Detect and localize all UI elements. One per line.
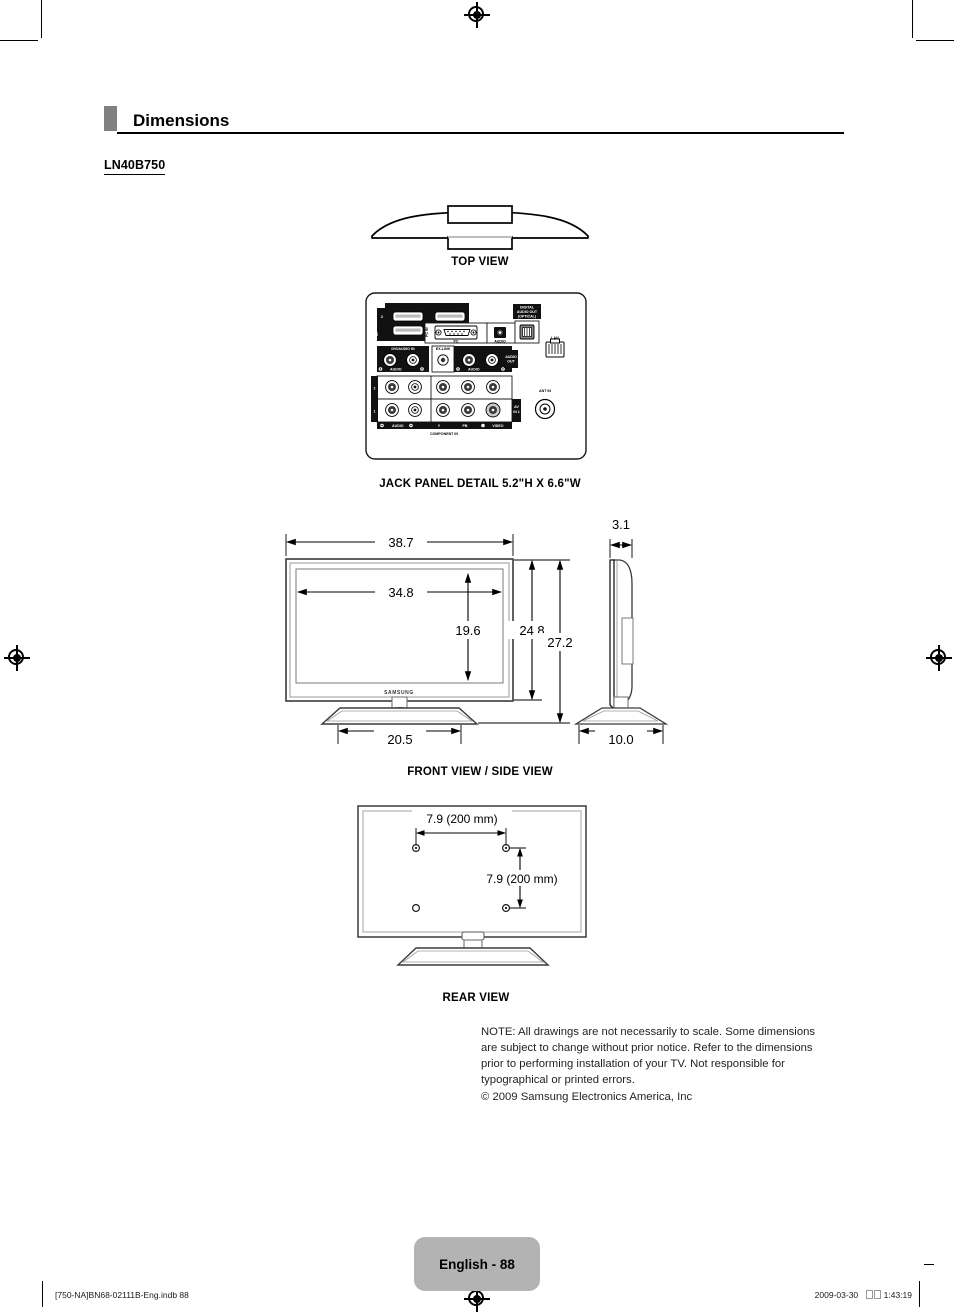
dim-outer-width: 38.7 bbox=[388, 535, 413, 550]
svg-text:2: 2 bbox=[374, 387, 376, 391]
page-number-badge: English - 88 bbox=[414, 1237, 540, 1291]
svg-text:PC: PC bbox=[454, 340, 459, 344]
svg-text:ANT IN: ANT IN bbox=[539, 389, 551, 393]
svg-text:DVI/AUDIO IN: DVI/AUDIO IN bbox=[391, 347, 415, 351]
dim-screen-width: 34.8 bbox=[388, 585, 413, 600]
section-marker-icon bbox=[104, 106, 117, 131]
figure-top-view bbox=[364, 203, 596, 251]
top-view-caption: TOP VIEW bbox=[451, 256, 509, 268]
front-side-view-caption: FRONT VIEW / SIDE VIEW bbox=[407, 766, 553, 778]
missing-glyph-box bbox=[873, 1290, 881, 1299]
dim-total-height: 27.2 bbox=[547, 635, 572, 650]
jack-panel-caption: JACK PANEL DETAIL 5.2"H X 6.6"W bbox=[379, 478, 581, 490]
svg-text:1: 1 bbox=[374, 410, 376, 414]
svg-text:IN 1: IN 1 bbox=[513, 410, 520, 414]
registration-mark-left-middle bbox=[4, 645, 30, 671]
svg-text:OUT: OUT bbox=[507, 360, 515, 364]
figure-jack-panel: .jp-lbl { font-size: 3.6px; fill: #fffff… bbox=[365, 292, 587, 460]
footer-tick-right bbox=[924, 1264, 934, 1265]
vesa-hole-bottom-left bbox=[411, 903, 420, 912]
registration-mark-top-center bbox=[464, 2, 490, 28]
page-header: Dimensions bbox=[104, 106, 844, 134]
front-side-view-drawing: .dim { font-size: 13px; fill: #000000; }… bbox=[285, 515, 669, 748]
footer-rule-left bbox=[42, 1281, 43, 1307]
footer-timestamp: 2009-03-30 1:43:19 bbox=[815, 1290, 912, 1300]
svg-text:AUDIO: AUDIO bbox=[390, 368, 402, 372]
svg-text:AUDIO OUT: AUDIO OUT bbox=[517, 310, 538, 314]
svg-text:AUDIO: AUDIO bbox=[494, 340, 506, 344]
crop-mark-top-left-vertical bbox=[41, 0, 42, 38]
top-view-drawing bbox=[371, 205, 589, 250]
figure-front-side-view: .dim { font-size: 13px; fill: #000000; }… bbox=[280, 512, 680, 752]
dim-stand-width: 20.5 bbox=[387, 732, 412, 747]
dim-panel-depth: 3.1 bbox=[612, 517, 630, 532]
footer-rule-right bbox=[919, 1281, 920, 1307]
crop-mark-top-right-horizontal bbox=[916, 40, 954, 41]
page-number-label: English - 88 bbox=[439, 1256, 515, 1272]
svg-text:AV: AV bbox=[514, 405, 519, 409]
figure-rear-view: .rdim { font-size: 12px; fill: #000000; … bbox=[354, 800, 594, 980]
note-copyright: © 2009 Samsung Electronics America, Inc bbox=[481, 1091, 693, 1104]
svg-text:(DVI): (DVI) bbox=[370, 332, 379, 336]
footer-time: 1:43:19 bbox=[883, 1290, 912, 1300]
svg-text:PC IN: PC IN bbox=[425, 327, 429, 337]
note-body: NOTE: All drawings are not necessarily t… bbox=[481, 1026, 816, 1087]
dim-vesa-vertical: 7.9 (200 mm) bbox=[486, 872, 557, 886]
dim-stand-depth: 10.0 bbox=[608, 732, 633, 747]
footer-file-reference: [750-NA]BN68-02111B-Eng.indb 88 bbox=[55, 1290, 189, 1300]
rear-view-drawing: .rdim { font-size: 12px; fill: #000000; … bbox=[357, 805, 587, 966]
model-name: LN40B750 bbox=[104, 158, 166, 175]
svg-text:COMPONENT IN: COMPONENT IN bbox=[430, 432, 458, 436]
svg-text:(OPTICAL): (OPTICAL) bbox=[518, 315, 537, 319]
samsung-logo: SAMSUNG bbox=[384, 690, 414, 696]
svg-text:AUDIO: AUDIO bbox=[505, 355, 517, 359]
svg-text:AUDIO: AUDIO bbox=[392, 424, 404, 428]
svg-text:AUDIO: AUDIO bbox=[468, 368, 480, 372]
crop-mark-top-right-vertical bbox=[912, 0, 913, 38]
note-block: NOTE: All drawings are not necessarily t… bbox=[481, 1024, 821, 1105]
missing-glyph-box bbox=[865, 1290, 873, 1299]
registration-mark-right-middle bbox=[926, 645, 952, 671]
page-title: Dimensions bbox=[133, 111, 230, 130]
footer-date: 2009-03-30 bbox=[814, 1290, 859, 1300]
rear-view-caption: REAR VIEW bbox=[442, 992, 510, 1004]
crop-mark-top-left-horizontal bbox=[0, 40, 38, 41]
dim-screen-height: 19.6 bbox=[455, 623, 480, 638]
svg-text:EX-LINK: EX-LINK bbox=[436, 347, 451, 351]
svg-text:VIDEO: VIDEO bbox=[492, 424, 503, 428]
svg-text:PB: PB bbox=[463, 424, 468, 428]
header-divider bbox=[117, 132, 844, 134]
jack-panel-drawing: .jp-lbl { font-size: 3.6px; fill: #fffff… bbox=[365, 292, 587, 460]
dim-vesa-horizontal: 7.9 (200 mm) bbox=[426, 812, 497, 826]
svg-text:DIGITAL: DIGITAL bbox=[520, 306, 535, 310]
